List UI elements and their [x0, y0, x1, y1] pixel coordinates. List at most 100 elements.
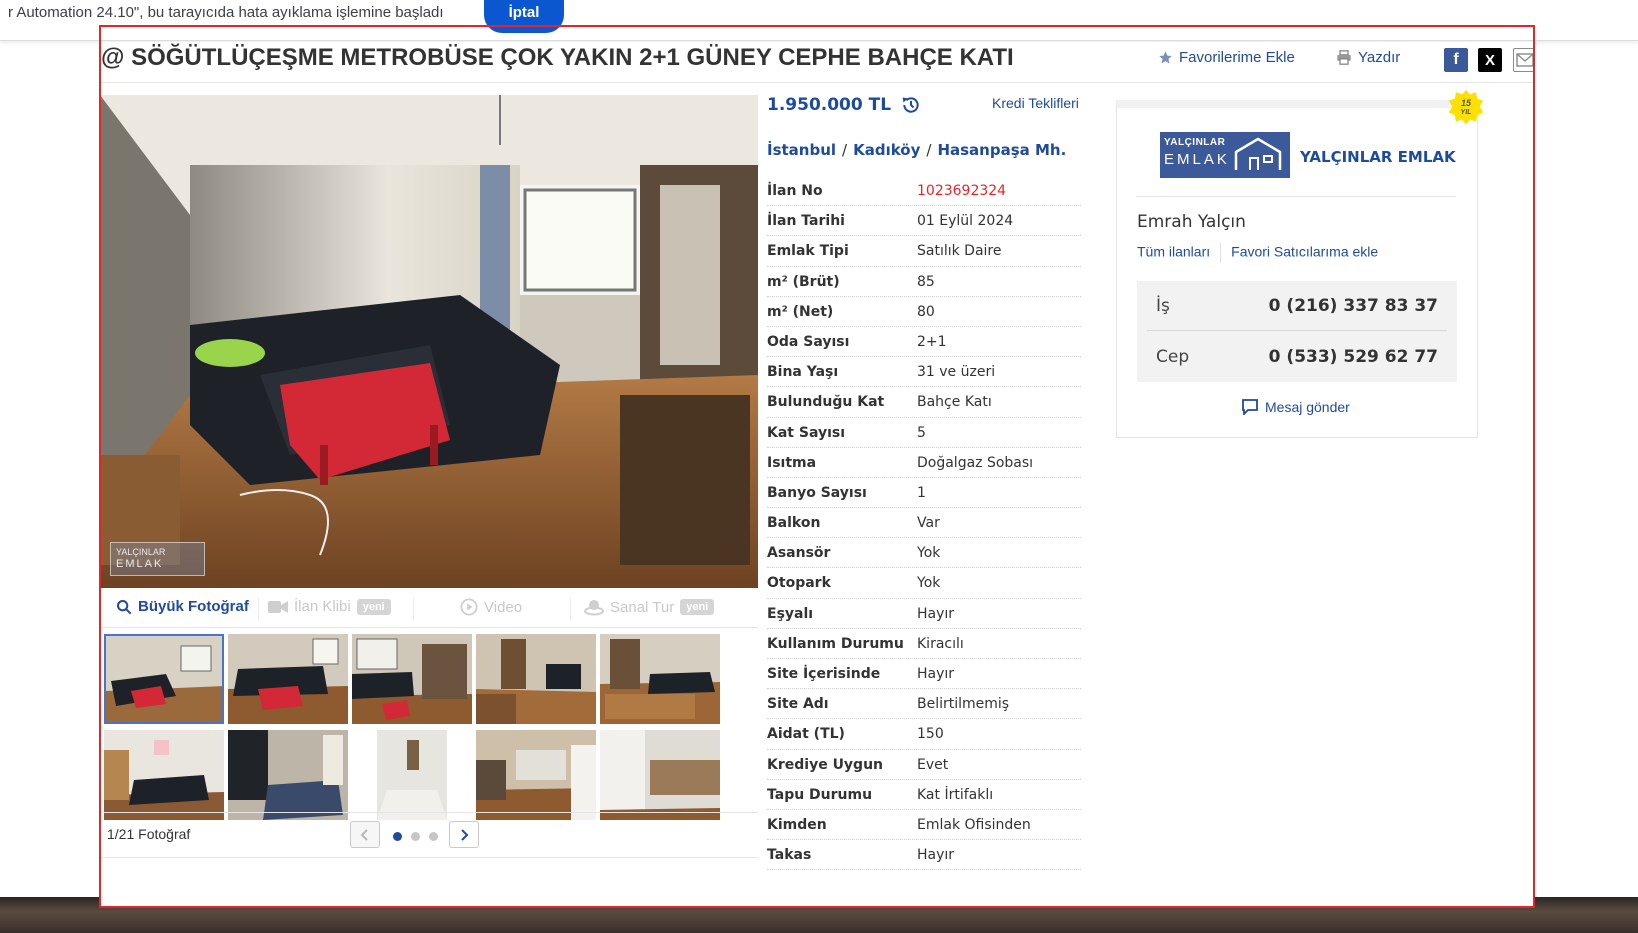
tab-divider — [258, 598, 259, 620]
print-button[interactable]: Yazdır — [1336, 49, 1400, 66]
favorite-seller-link[interactable]: Favori Satıcılarıma ekle — [1231, 244, 1378, 260]
detail-label: Emlak Tipi — [767, 243, 849, 260]
debug-banner: r Automation 24.10", bu tarayıcıda hata … — [0, 0, 1638, 41]
membership-years: 15 — [1460, 98, 1471, 108]
detail-value: Hayır — [917, 666, 955, 682]
store-logo[interactable]: YALÇINLAR EMLAK — [1160, 132, 1290, 178]
detail-value: 31 ve üzeri — [917, 364, 996, 381]
thumbnail[interactable] — [476, 730, 596, 820]
detail-row: Eşyalı Hayır — [767, 599, 1081, 629]
all-listings-link[interactable]: Tüm ilanları — [1137, 244, 1210, 260]
detail-row: Kimden Emlak Ofisinden — [767, 810, 1081, 841]
detail-label: Asansör — [767, 545, 831, 562]
detail-label: Takas — [767, 847, 812, 864]
detail-label: İlan No — [767, 183, 823, 199]
title-divider — [100, 82, 1534, 83]
detail-value: Hayır — [917, 847, 955, 864]
detail-row: Emlak Tipi Satılık Daire — [767, 236, 1081, 267]
work-phone-row: İş 0 (216) 337 83 37 — [1147, 281, 1447, 331]
detail-row: İlan Tarihi 01 Eylül 2024 — [767, 206, 1081, 237]
detail-label: Kullanım Durumu — [767, 635, 904, 652]
listing-page: @ SÖĞÜTLÜÇEŞME METROBÜSE ÇOK YAKIN 2+1 G… — [100, 42, 1534, 906]
thumbnail[interactable] — [104, 730, 224, 820]
chevron-left-icon — [360, 828, 368, 841]
print-label: Yazdır — [1358, 49, 1401, 66]
detail-value: Emlak Ofisinden — [917, 816, 1031, 833]
detail-label: Site İçerisinde — [767, 666, 881, 682]
envelope-icon — [1516, 53, 1534, 67]
detail-value: 85 — [917, 273, 935, 290]
tab-video[interactable]: Video — [460, 598, 522, 616]
breadcrumb-separator: / — [926, 141, 932, 159]
page-dot[interactable] — [429, 832, 438, 841]
detail-label: m² (Brüt) — [767, 273, 840, 290]
mobile-phone-number[interactable]: 0 (533) 529 62 77 — [1269, 347, 1438, 367]
detail-row: Aidat (TL) 150 — [767, 719, 1081, 750]
location-neighborhood-link[interactable]: Hasanpaşa Mh. — [937, 141, 1066, 159]
tab-virtual-tour[interactable]: Sanal Tur yeni — [584, 598, 715, 616]
x-share-icon[interactable]: X — [1478, 48, 1502, 72]
detail-row: Isıtma Doğalgaz Sobası — [767, 448, 1081, 478]
location-city-link[interactable]: İstanbul — [767, 141, 836, 159]
tab-divider — [413, 598, 414, 620]
price-history-icon[interactable] — [901, 95, 921, 115]
detail-value: Kat İrtifaklı — [917, 786, 994, 803]
previous-photos-button[interactable] — [350, 821, 380, 848]
detail-value: Hayır — [917, 605, 955, 622]
add-favorite-label: Favorilerime Ekle — [1179, 49, 1295, 66]
detail-row: Bulunduğu Kat Bahçe Katı — [767, 387, 1081, 418]
detail-value: Bahçe Katı — [917, 394, 992, 411]
membership-years-suffix: YIL — [1460, 109, 1472, 116]
tab-video-clip[interactable]: İlan Klibi yeni — [268, 598, 391, 615]
detail-label: Krediye Uygun — [767, 756, 884, 773]
add-favorite-button[interactable]: Favorilerime Ekle — [1158, 49, 1295, 66]
detail-label: Eşyalı — [767, 605, 814, 622]
detail-row: Bina Yaşı 31 ve üzeri — [767, 357, 1081, 388]
gallery-footer: 1/21 Fotoğraf — [100, 812, 758, 858]
thumbnail[interactable] — [352, 634, 472, 724]
detail-row: m² (Net) 80 — [767, 297, 1081, 327]
mobile-phone-row: Cep 0 (533) 529 62 77 — [1137, 332, 1457, 382]
listing-details-table: İlan No 1023692324 İlan Tarihi 01 Eylül 202… — [767, 176, 1081, 871]
detail-value: Doğalgaz Sobası — [917, 454, 1034, 471]
page-dot[interactable] — [393, 832, 402, 841]
detail-value: 5 — [917, 424, 926, 441]
main-photo[interactable]: YALÇINLAR EMLAK — [100, 95, 758, 588]
thumbnail[interactable] — [600, 634, 720, 724]
thumbnail[interactable] — [352, 730, 472, 820]
detail-row: Balkon Var — [767, 508, 1081, 539]
detail-label: m² (Net) — [767, 303, 834, 320]
tab-large-photo[interactable]: Büyük Fotoğraf — [116, 598, 249, 615]
location-district-link[interactable]: Kadıköy — [853, 141, 920, 159]
detail-label: Oda Sayısı — [767, 333, 850, 350]
phone-numbers: İş 0 (216) 337 83 37 Cep 0 (533) 529 62 … — [1137, 281, 1457, 382]
seller-name: Emrah Yalçın — [1137, 212, 1246, 232]
email-share-icon[interactable] — [1513, 48, 1534, 72]
thumbnail[interactable] — [228, 730, 348, 820]
detail-row: Banyo Sayısı 1 — [767, 478, 1081, 509]
page-dot[interactable] — [411, 832, 420, 841]
work-phone-number[interactable]: 0 (216) 337 83 37 — [1269, 296, 1438, 316]
thumbnail[interactable] — [600, 730, 720, 820]
thumbnail[interactable] — [476, 634, 596, 724]
detail-value: 2+1 — [917, 333, 947, 350]
new-badge: yeni — [356, 598, 391, 615]
message-bubble-icon — [1242, 399, 1258, 415]
facebook-share-icon[interactable]: f — [1444, 48, 1468, 72]
store-name-link[interactable]: YALÇINLAR EMLAK — [1300, 148, 1456, 166]
detail-row: Kullanım Durumu Kiracılı — [767, 629, 1081, 659]
detail-label: Site Adı — [767, 696, 829, 713]
debug-banner-text: r Automation 24.10", bu tarayıcıda hata … — [8, 4, 444, 21]
thumbnail[interactable] — [228, 634, 348, 724]
send-message-button[interactable]: Mesaj gönder — [1241, 398, 1350, 415]
cancel-debug-button[interactable]: İptal — [484, 0, 564, 33]
watermark-line2: EMLAK — [116, 558, 164, 570]
next-photos-button[interactable] — [449, 821, 479, 848]
play-circle-icon — [460, 598, 478, 616]
credit-offers-link[interactable]: Kredi Teklifleri — [992, 95, 1079, 111]
seller-links: Tüm ilanları Favori Satıcılarıma ekle — [1137, 243, 1378, 263]
mobile-phone-label: Cep — [1156, 347, 1190, 367]
detail-value: Yok — [917, 545, 941, 562]
thumbnail[interactable] — [104, 634, 224, 724]
detail-label: Balkon — [767, 515, 821, 532]
